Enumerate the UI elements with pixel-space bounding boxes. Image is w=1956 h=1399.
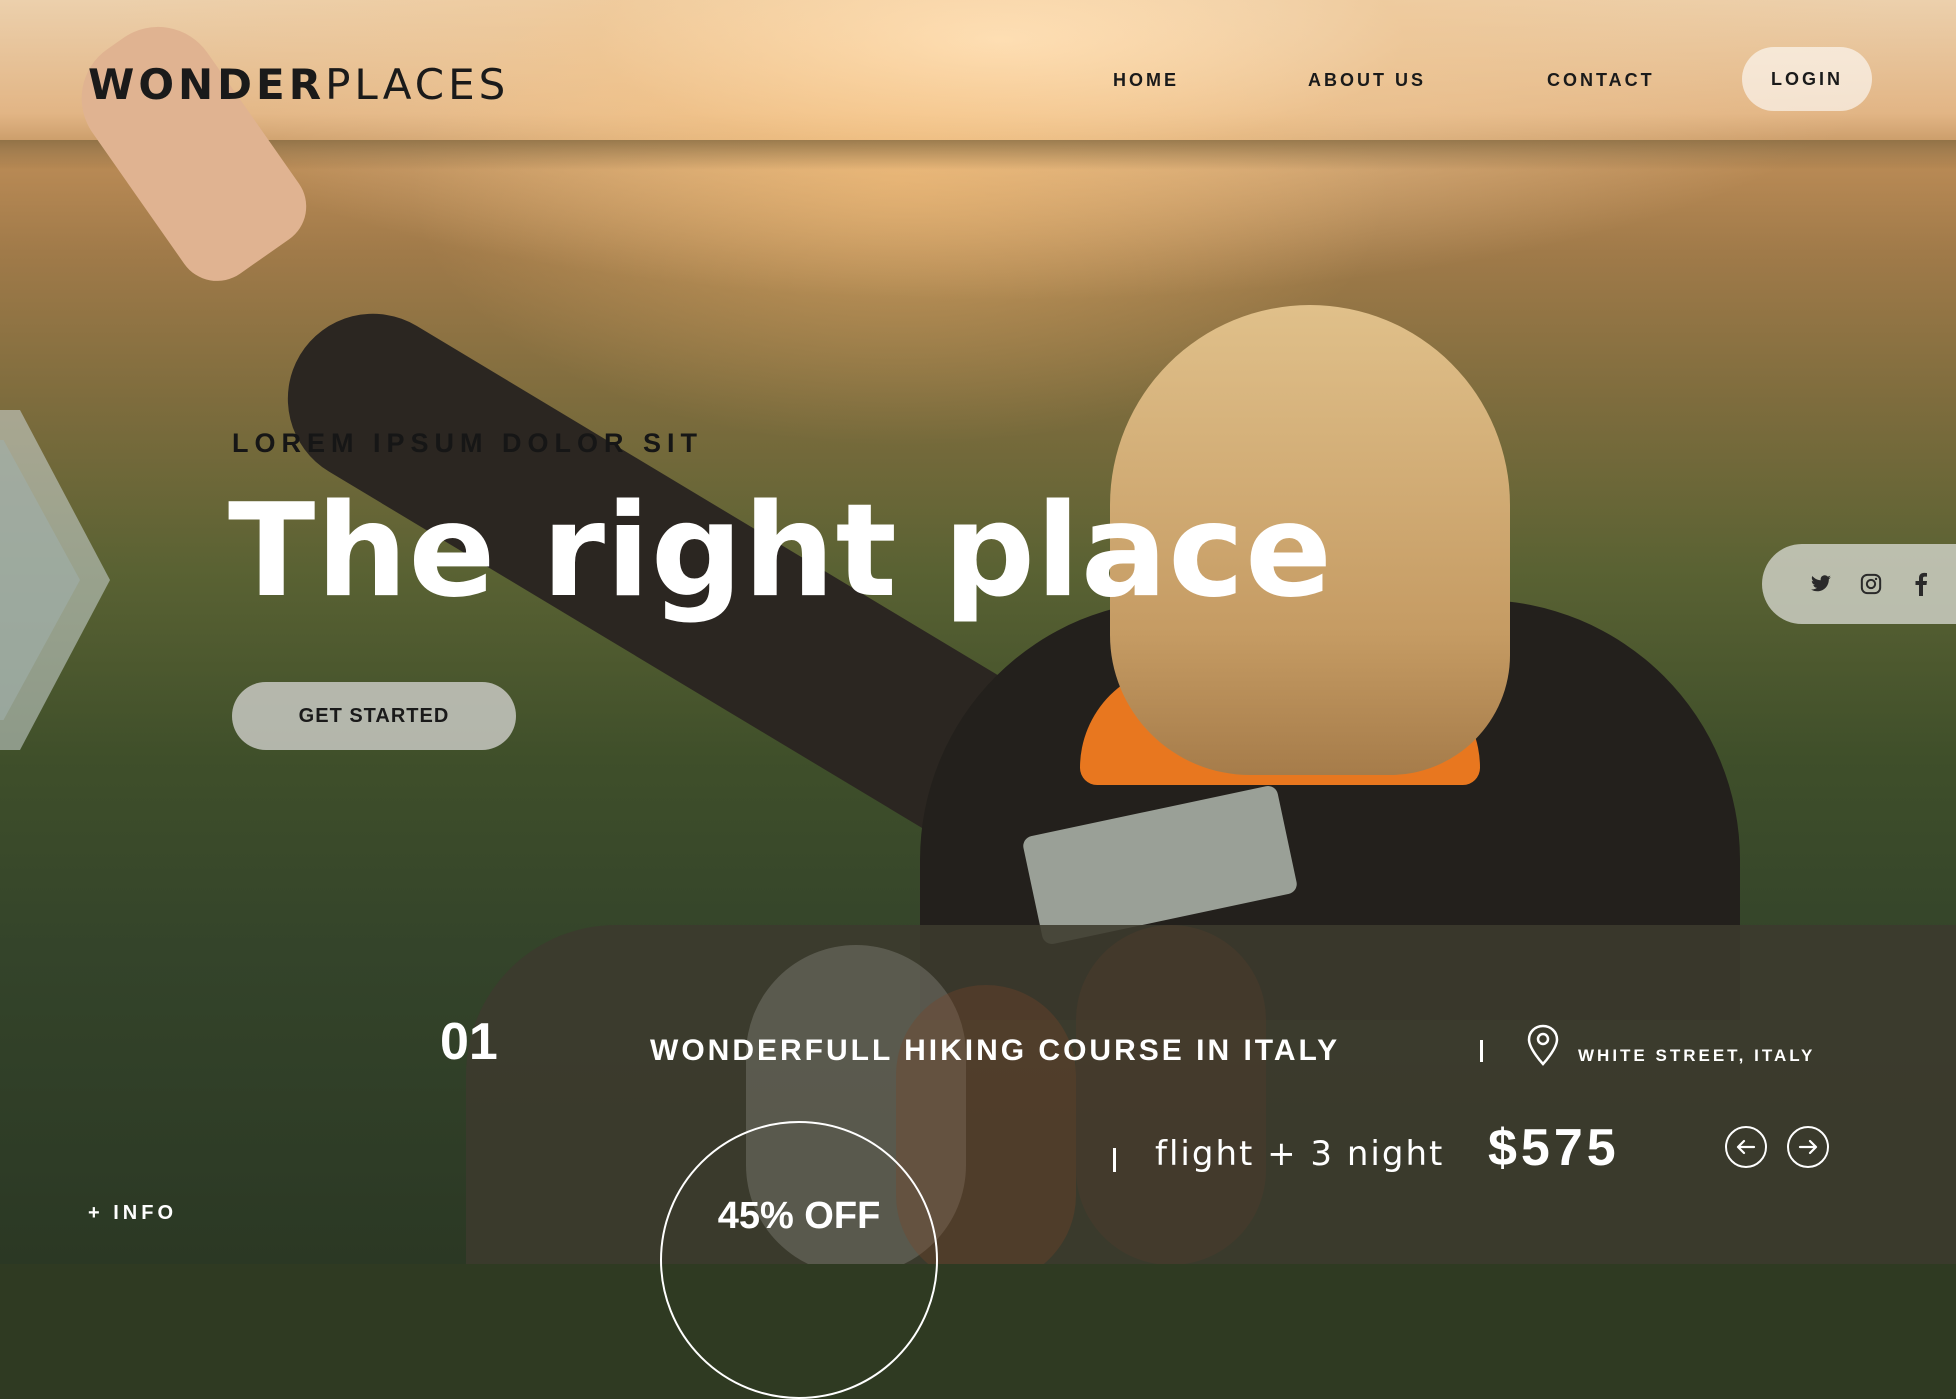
tour-title: WONDERFULL HIKING COURSE IN ITALY	[650, 1034, 1341, 1067]
logo-bold: WONDER	[88, 60, 326, 109]
facebook-icon[interactable]	[1910, 572, 1932, 596]
get-started-button[interactable]: GET STARTED	[232, 682, 516, 750]
prev-tour-button[interactable]	[1725, 1126, 1767, 1168]
hero-title: The right place	[228, 477, 1333, 626]
card-blur-shape	[1076, 925, 1266, 1264]
nav-contact[interactable]: CONTACT	[1547, 70, 1655, 91]
discount-badge: 45% OFF	[660, 1121, 938, 1399]
hero-eyebrow: LOREM IPSUM DOLOR SIT	[232, 428, 704, 458]
tour-price: $575	[1488, 1119, 1620, 1177]
logo[interactable]: WONDERPLACES	[88, 60, 509, 109]
arrow-right-icon	[1798, 1139, 1818, 1155]
arrow-left-icon	[1736, 1139, 1756, 1155]
more-info-link[interactable]: + INFO	[88, 1202, 177, 1225]
instagram-icon[interactable]	[1860, 573, 1882, 595]
tour-index: 01	[440, 1013, 498, 1071]
next-tour-button[interactable]	[1787, 1126, 1829, 1168]
nav-about-us[interactable]: ABOUT US	[1308, 70, 1426, 91]
divider	[1113, 1148, 1116, 1172]
discount-text: 45% OFF	[717, 1195, 881, 1237]
social-links	[1762, 544, 1956, 624]
location-pin-icon	[1526, 1024, 1560, 1066]
tour-package: flight + 3 night	[1155, 1134, 1445, 1174]
login-button[interactable]: LOGIN	[1742, 47, 1872, 111]
divider	[1480, 1040, 1483, 1062]
treeline	[0, 140, 1956, 170]
nav-home[interactable]: HOME	[1113, 70, 1179, 91]
logo-light: PLACES	[325, 60, 510, 109]
tour-location: WHITE STREET, ITALY	[1578, 1046, 1816, 1065]
twitter-icon[interactable]	[1810, 573, 1832, 595]
